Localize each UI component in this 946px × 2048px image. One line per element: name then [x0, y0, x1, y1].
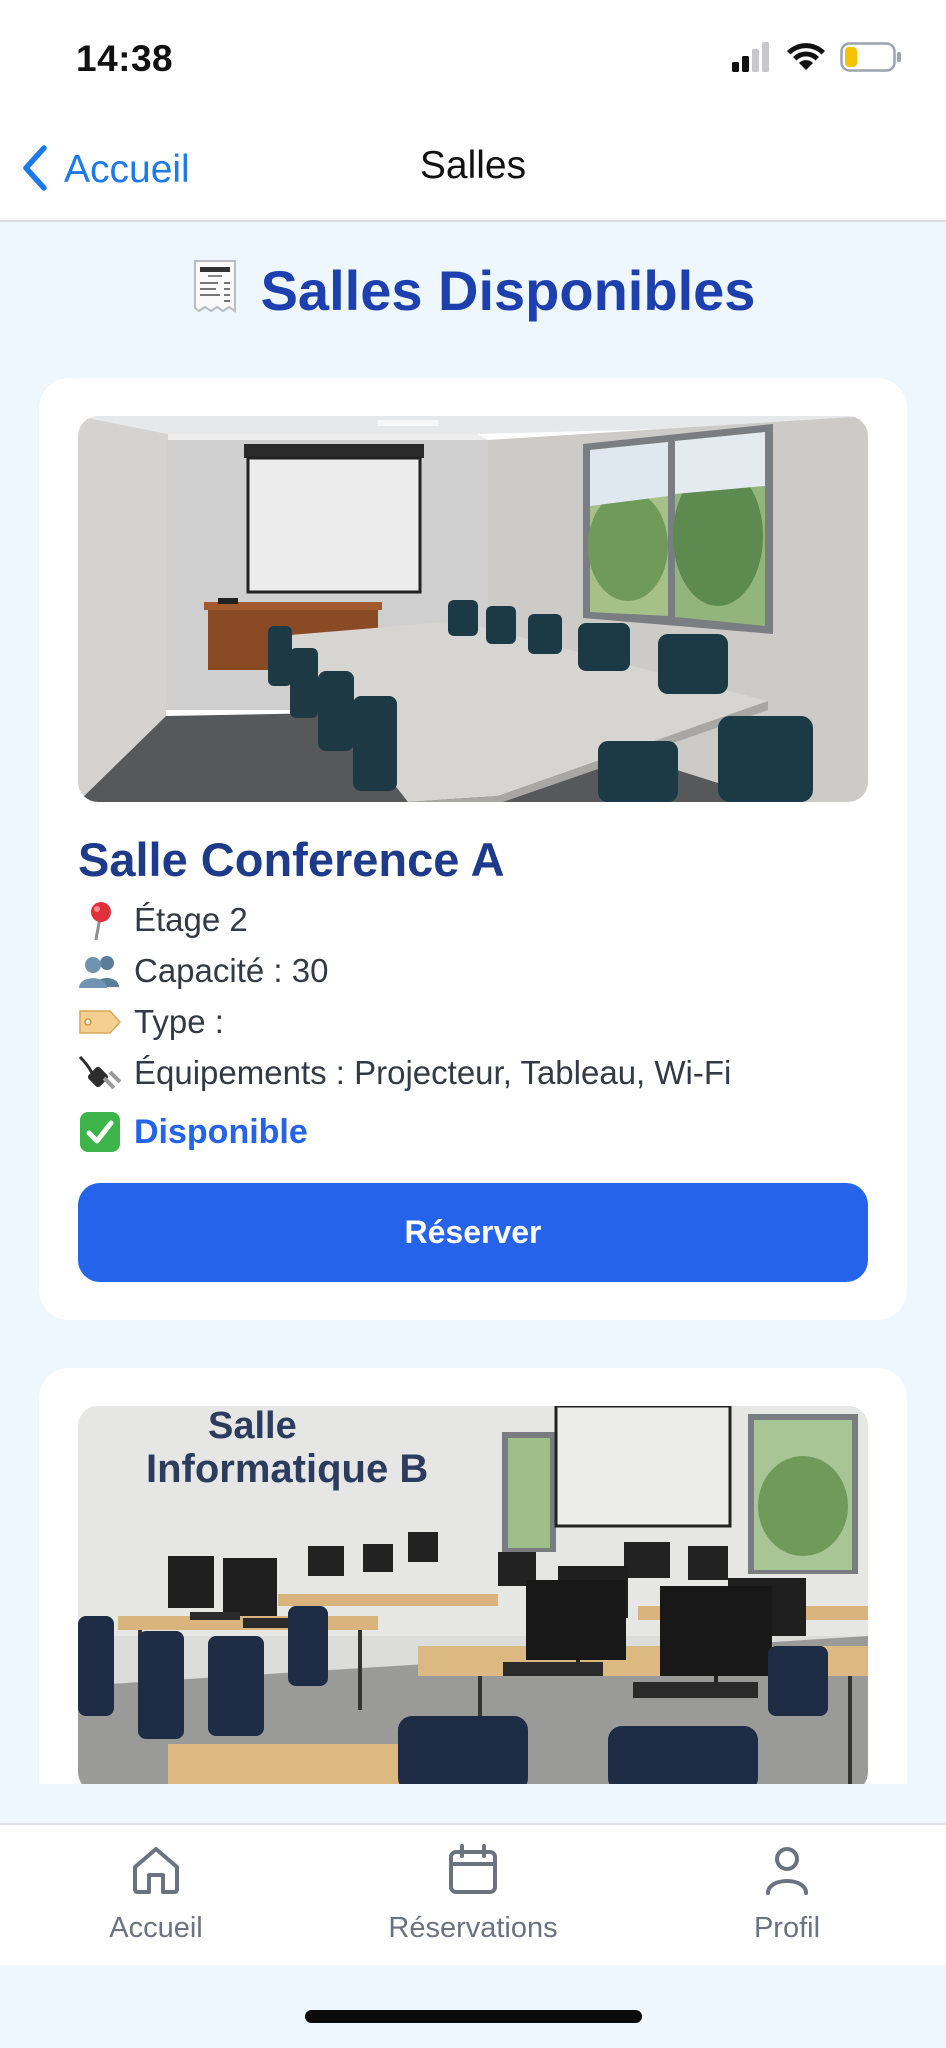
reserve-button[interactable]: Réserver	[78, 1183, 868, 1282]
room-equipment-text: Équipements : Projecteur, Tableau, Wi-Fi	[134, 1054, 732, 1091]
photo-sign-line2: Informatique B	[146, 1447, 428, 1491]
room-card: Salle Informatique B	[39, 1368, 907, 1784]
status-time: 14:38	[76, 38, 174, 79]
tab-reservations[interactable]: Réservations	[353, 1843, 593, 1945]
room-name: Salle Conference A	[78, 833, 505, 886]
room-status-text: Disponible	[134, 1112, 308, 1151]
tab-bar: Accueil Réservations Profil	[0, 1823, 946, 1965]
page-title-text: Salles Disponibles	[260, 259, 756, 322]
tab-accueil[interactable]: Accueil	[36, 1843, 276, 1945]
calendar-icon	[446, 1843, 500, 1902]
navigation-bar: Accueil Salles	[0, 122, 946, 222]
check-mark-icon	[78, 1110, 122, 1154]
room-type: Type :	[78, 1000, 224, 1044]
tab-label: Réservations	[388, 1912, 558, 1944]
room-floor: Étage 2	[78, 898, 248, 942]
battery-icon	[840, 42, 902, 77]
tab-profil[interactable]: Profil	[667, 1843, 907, 1945]
home-indicator	[305, 2010, 642, 2023]
electric-plug-icon	[78, 1051, 122, 1095]
rooms-list[interactable]: Salle Conference A Étage 2 Capacité: 30…	[0, 376, 946, 1784]
room-capacity: Capacité : 30	[78, 949, 328, 993]
room-equipment: Équipements : Projecteur, Tableau, Wi-Fi	[78, 1051, 731, 1095]
room-card: Salle Conference A Étage 2 Capacité: 30…	[39, 378, 907, 1320]
cellular-signal-icon	[732, 42, 772, 77]
tab-label: Accueil	[109, 1912, 203, 1944]
room-floor-text: Étage 2	[134, 901, 248, 938]
tab-label: Profil	[753, 1912, 821, 1944]
room-type-text: Type :	[134, 1003, 224, 1040]
people-icon	[78, 949, 122, 993]
label-tag-icon	[78, 1000, 122, 1044]
pushpin-icon	[78, 898, 122, 942]
wifi-icon	[786, 42, 826, 77]
home-icon	[129, 1843, 183, 1902]
person-icon	[760, 1843, 814, 1902]
photo-sign-line1: Salle	[208, 1406, 297, 1447]
page-title: Salles Disponibles	[0, 258, 946, 323]
status-bar: 14:38	[0, 0, 946, 122]
receipt-icon	[191, 259, 239, 322]
room-status: Disponible	[78, 1110, 308, 1154]
nav-title: Salles	[419, 144, 527, 187]
room-capacity-text: Capacité : 30	[134, 952, 329, 989]
conference-room-photo	[78, 416, 868, 802]
computer-lab-photo: Salle Informatique B	[78, 1406, 868, 1784]
status-icons	[732, 42, 902, 77]
